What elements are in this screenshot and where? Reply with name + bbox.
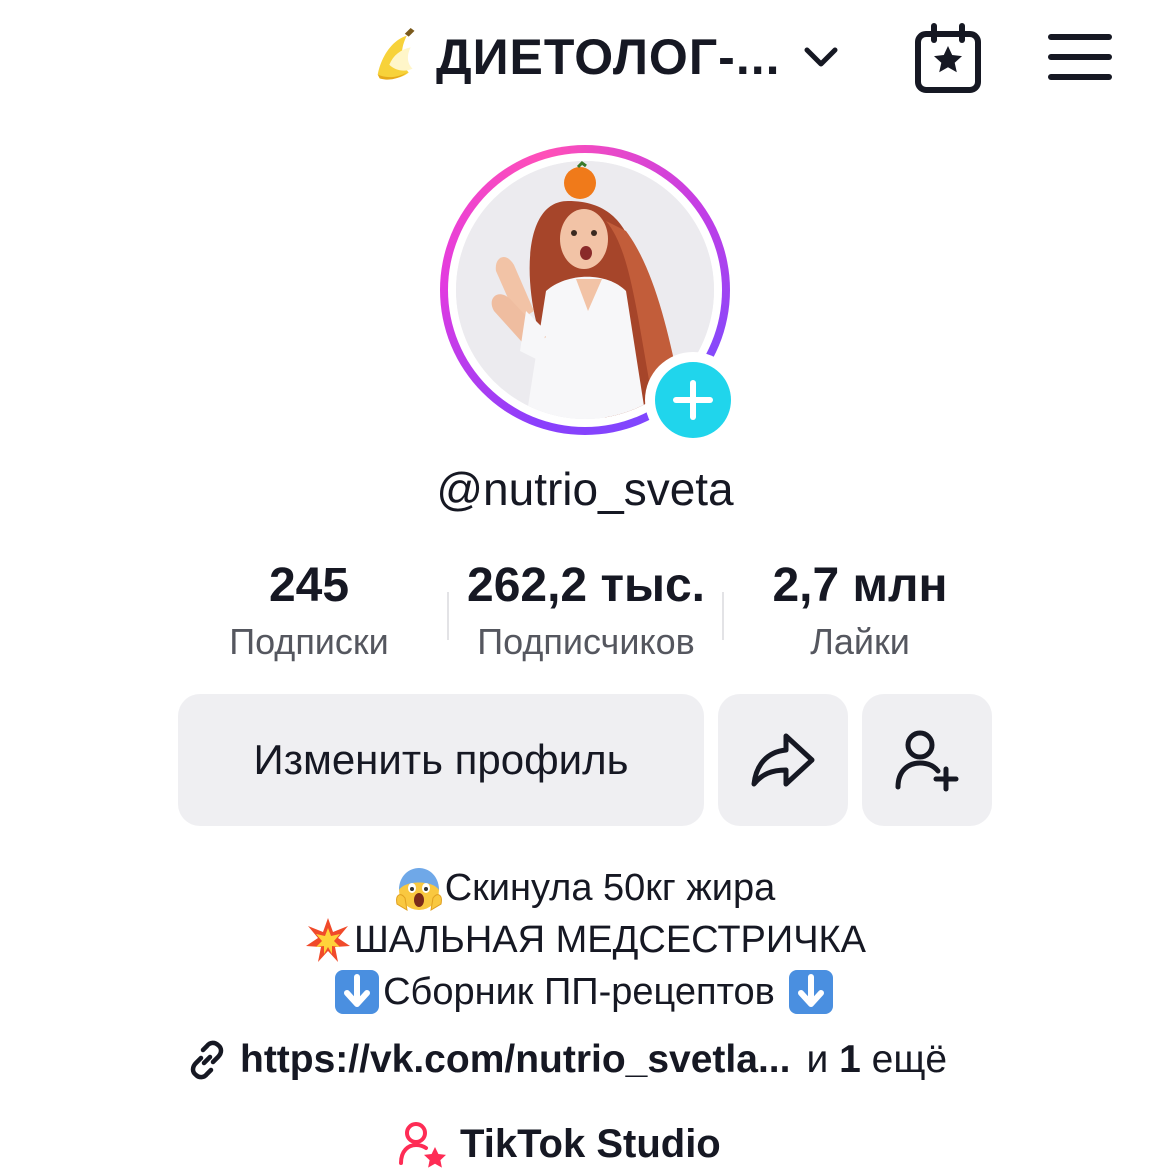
likes-count: 2,7 млн	[772, 559, 948, 612]
bio-link[interactable]: https://vk.com/nutrio_svetla... и 1 ещё	[186, 1032, 947, 1088]
bio-line: Сборник ПП-рецептов	[0, 966, 1170, 1018]
link-url: https://vk.com/nutrio_svetla...	[240, 1038, 791, 1081]
more-links-suffix: ещё	[871, 1038, 948, 1081]
studio-user-star-icon	[399, 1122, 446, 1168]
following-count: 245	[268, 559, 350, 612]
more-links-prefix: и	[806, 1038, 829, 1081]
account-name: ДИЕТОЛОГ-...	[436, 29, 781, 85]
down-arrow-emoji	[788, 970, 833, 1014]
following-label: Подписки	[229, 620, 389, 662]
scream-emoji	[395, 868, 442, 911]
add-friend-button[interactable]	[862, 694, 992, 826]
calendar-star-icon[interactable]	[912, 22, 984, 94]
bio-line: Скинула 50кг жира	[0, 862, 1170, 914]
share-arrow-icon	[751, 733, 815, 787]
collision-emoji	[305, 918, 350, 962]
tiktok-studio-label: TikTok Studio	[460, 1121, 721, 1166]
followers-label: Подписчиков	[477, 620, 695, 662]
tiktok-studio-link[interactable]: TikTok Studio	[398, 1116, 721, 1172]
stat-divider	[722, 592, 724, 640]
top-bar: ДИЕТОЛОГ-...	[0, 0, 1170, 120]
followers-stat[interactable]: 262,2 тыс. Подписчиков	[446, 559, 726, 663]
hamburger-menu-icon[interactable]	[1048, 32, 1112, 82]
bio-line-2: ШАЛЬНАЯ МЕДСЕСТРИЧКА	[353, 919, 867, 961]
chevron-down-icon[interactable]	[801, 37, 841, 77]
more-links-count: 1	[839, 1038, 861, 1081]
add-story-badge	[655, 362, 731, 438]
account-switcher[interactable]: ДИЕТОЛОГ-...	[368, 22, 841, 92]
bio-line: ШАЛЬНАЯ МЕДСЕСТРИЧКА	[0, 914, 1170, 966]
edit-profile-button[interactable]: Изменить профиль	[178, 694, 704, 826]
profile-bio: Скинула 50кг жира ШАЛЬНАЯ МЕДСЕСТРИЧКА С…	[0, 862, 1170, 1018]
followers-count: 262,2 тыс.	[467, 559, 705, 612]
edit-profile-label: Изменить профиль	[253, 736, 629, 783]
username: @nutrio_sveta	[436, 463, 734, 515]
plus-icon	[673, 380, 713, 420]
share-profile-button[interactable]	[718, 694, 848, 826]
bio-line-3: Сборник ПП-рецептов	[383, 971, 775, 1013]
likes-stat[interactable]: 2,7 млн Лайки	[750, 559, 970, 663]
down-arrow-emoji	[335, 970, 380, 1014]
more-links[interactable]: и 1 ещё	[806, 1038, 947, 1082]
banana-emoji	[377, 27, 415, 80]
bio-line-1: Скинула 50кг жира	[444, 867, 776, 909]
add-story-button[interactable]	[645, 352, 741, 448]
link-icon	[190, 1040, 224, 1080]
following-stat[interactable]: 245 Подписки	[198, 559, 420, 663]
add-user-icon	[895, 730, 959, 792]
likes-label: Лайки	[810, 620, 910, 662]
